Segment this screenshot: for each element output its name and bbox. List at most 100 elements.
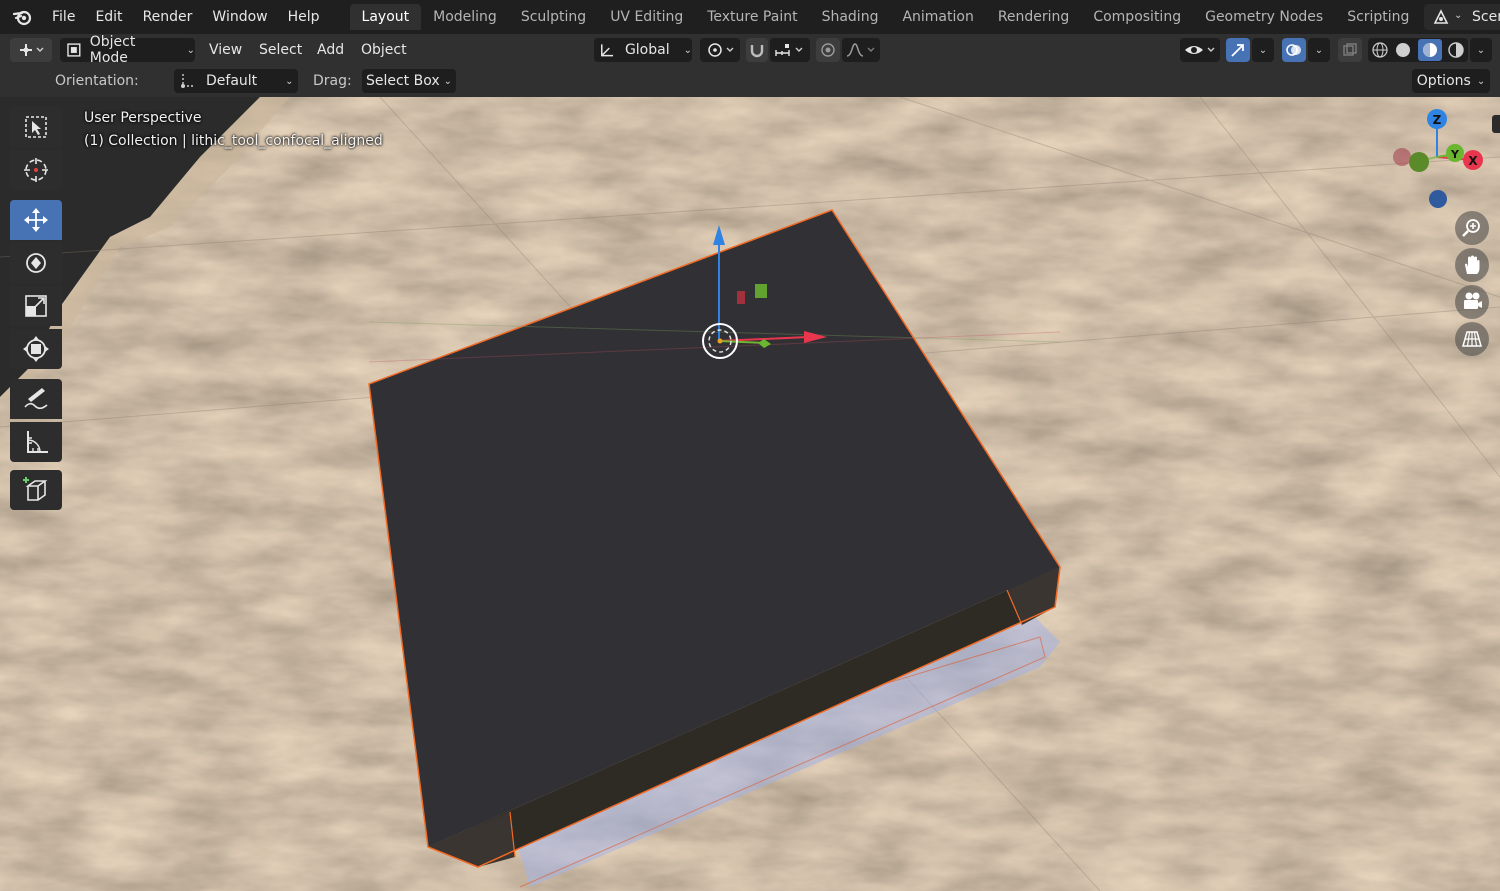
shading-dropdown[interactable]: ⌄ bbox=[1470, 38, 1492, 62]
tool-transform[interactable] bbox=[10, 329, 62, 369]
editor-type-button[interactable] bbox=[10, 38, 52, 62]
camera-view-button[interactable] bbox=[1455, 285, 1489, 319]
move-icon bbox=[24, 208, 48, 232]
select-box-icon bbox=[25, 116, 47, 138]
menu-file[interactable]: File bbox=[42, 0, 85, 34]
tool-select-box[interactable] bbox=[10, 107, 62, 147]
orientation-value-chevron-icon: ⌄ bbox=[285, 75, 294, 87]
nav-z-label: Z bbox=[1433, 113, 1442, 127]
view-name: User Perspective bbox=[84, 110, 202, 126]
workspace-tabs: Layout Modeling Sculpting UV Editing Tex… bbox=[349, 0, 1453, 34]
tab-texture-paint[interactable]: Texture Paint bbox=[695, 4, 809, 30]
blender-logo-icon[interactable] bbox=[12, 6, 34, 28]
overlays-toggle[interactable] bbox=[1282, 38, 1306, 62]
tab-layout[interactable]: Layout bbox=[349, 4, 422, 30]
3d-viewport[interactable]: User Perspective (1) Collection | lithic… bbox=[0, 97, 1500, 891]
tool-annotate[interactable] bbox=[10, 379, 62, 419]
tab-animation[interactable]: Animation bbox=[890, 4, 985, 30]
nav-neg-x-ball bbox=[1393, 148, 1411, 166]
overlays-dropdown[interactable]: ⌄ bbox=[1308, 38, 1330, 62]
snap-toggle[interactable] bbox=[746, 38, 768, 62]
annotate-icon bbox=[24, 388, 48, 410]
orientation-label: Orientation: bbox=[55, 73, 139, 89]
material-preview-button[interactable] bbox=[1417, 39, 1442, 61]
nav-x-label: X bbox=[1468, 154, 1478, 168]
ortho-toggle-button[interactable] bbox=[1455, 322, 1489, 356]
tab-scripting[interactable]: Scripting bbox=[1335, 4, 1421, 30]
mode-chevron-icon: ⌄ bbox=[186, 44, 195, 56]
tab-shading[interactable]: Shading bbox=[810, 4, 891, 30]
menu-object[interactable]: Object bbox=[361, 38, 407, 62]
tool-add-cube[interactable] bbox=[10, 470, 62, 510]
magnet-icon bbox=[750, 45, 764, 58]
tool-rotate[interactable] bbox=[10, 243, 62, 283]
menu-edit[interactable]: Edit bbox=[85, 0, 132, 34]
overlays-icon bbox=[1286, 44, 1301, 56]
cursor-icon bbox=[24, 158, 48, 182]
pivot-dropdown[interactable] bbox=[700, 38, 740, 62]
scene-label: Scene bbox=[1472, 9, 1500, 25]
tab-geometry-nodes[interactable]: Geometry Nodes bbox=[1193, 4, 1335, 30]
material-preview-icon bbox=[1422, 43, 1437, 57]
tab-modeling[interactable]: Modeling bbox=[421, 4, 509, 30]
object-mode-icon bbox=[67, 43, 81, 57]
scene-icon bbox=[1433, 9, 1449, 24]
tool-move[interactable] bbox=[10, 200, 62, 240]
grid-icon bbox=[1462, 331, 1482, 347]
zoom-button[interactable] bbox=[1455, 211, 1489, 245]
menu-select[interactable]: Select bbox=[259, 38, 302, 62]
snap-target-dropdown[interactable] bbox=[770, 38, 810, 62]
tool-cursor[interactable] bbox=[10, 150, 62, 190]
visibility-dropdown[interactable] bbox=[1180, 38, 1220, 62]
tab-uv-editing[interactable]: UV Editing bbox=[598, 4, 695, 30]
orientation-dropdown[interactable]: Default ⌄ bbox=[174, 69, 298, 93]
menu-render[interactable]: Render bbox=[133, 0, 203, 34]
nav-neg-z-ball bbox=[1429, 190, 1447, 208]
xray-toggle[interactable] bbox=[1338, 38, 1362, 62]
gizmo-dropdown[interactable]: ⌄ bbox=[1252, 38, 1274, 62]
menu-view[interactable]: View bbox=[209, 38, 242, 62]
falloff-dropdown[interactable] bbox=[842, 38, 880, 62]
gizmo-plane-yz bbox=[737, 291, 745, 304]
gizmo-plane-xz bbox=[755, 284, 767, 298]
measure-icon bbox=[27, 431, 48, 453]
zoom-icon bbox=[1462, 219, 1480, 237]
tab-rendering[interactable]: Rendering bbox=[986, 4, 1082, 30]
tool-settings-bar: Orientation: Default ⌄ Drag: Select Box … bbox=[0, 66, 1500, 97]
menu-add[interactable]: Add bbox=[317, 38, 344, 62]
proportional-editing-toggle[interactable] bbox=[816, 38, 840, 62]
transform-orientation-label: Global bbox=[624, 42, 670, 58]
tool-scale[interactable] bbox=[10, 286, 62, 326]
menu-window[interactable]: Window bbox=[202, 0, 277, 34]
drag-dropdown[interactable]: Select Box ⌄ bbox=[362, 69, 456, 93]
sidebar-toggle[interactable] bbox=[1492, 115, 1500, 133]
scene-selector[interactable]: ⌄ Scene bbox=[1424, 4, 1500, 30]
mode-dropdown[interactable]: Object Mode ⌄ bbox=[60, 34, 195, 66]
nav-neg-y-ball bbox=[1409, 152, 1429, 172]
rotate-icon bbox=[26, 253, 46, 273]
transform-icon bbox=[23, 336, 49, 362]
orientation-default-icon bbox=[181, 74, 195, 88]
tab-sculpting[interactable]: Sculpting bbox=[509, 4, 598, 30]
object-origin bbox=[717, 338, 723, 344]
solid-shading-icon[interactable] bbox=[1394, 41, 1412, 59]
options-dropdown[interactable]: Options ⌄ bbox=[1412, 69, 1490, 93]
transform-orientation-dropdown[interactable]: Global ⌄ bbox=[594, 38, 692, 62]
tab-compositing[interactable]: Compositing bbox=[1081, 4, 1193, 30]
rendered-shading-icon[interactable] bbox=[1447, 41, 1465, 59]
gizmo-toggle[interactable] bbox=[1226, 38, 1250, 62]
top-bar: File Edit Render Window Help Layout Mode… bbox=[0, 0, 1500, 34]
tool-measure[interactable] bbox=[10, 422, 62, 462]
viewport-header: Object Mode ⌄ View Select Add Object Glo… bbox=[0, 34, 1500, 66]
navigation-gizmo[interactable]: Z Y X bbox=[1390, 107, 1500, 217]
drag-value: Select Box bbox=[365, 73, 440, 89]
xray-icon bbox=[1343, 43, 1357, 56]
menu-help[interactable]: Help bbox=[278, 0, 330, 34]
wireframe-shading-icon[interactable] bbox=[1371, 41, 1389, 59]
pan-button[interactable] bbox=[1455, 248, 1489, 282]
mode-label: Object Mode bbox=[89, 34, 136, 66]
editor-type-icon bbox=[20, 44, 44, 56]
falloff-curve-icon bbox=[846, 43, 875, 57]
drag-chevron-icon: ⌄ bbox=[443, 75, 453, 87]
shading-modes bbox=[1368, 38, 1468, 62]
